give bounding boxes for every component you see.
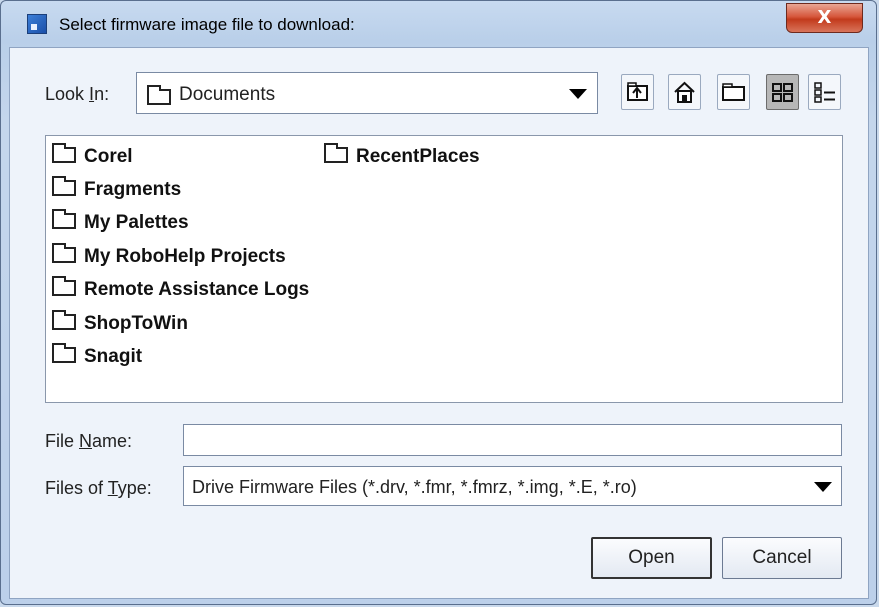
chevron-down-icon	[569, 89, 587, 99]
list-item[interactable]: My RoboHelp Projects	[52, 242, 286, 268]
folder-icon	[52, 275, 76, 296]
open-button[interactable]: Open	[591, 537, 712, 579]
list-item[interactable]: My Palettes	[52, 208, 189, 234]
list-item[interactable]: Snagit	[52, 342, 142, 368]
cancel-button[interactable]: Cancel	[722, 537, 842, 579]
details-view-icon	[814, 82, 835, 103]
folder-icon	[52, 175, 76, 196]
folder-up-icon	[627, 82, 648, 101]
look-in-value: Documents	[179, 84, 276, 105]
files-of-type-label: Files of Type:	[45, 478, 152, 498]
app-icon	[27, 14, 47, 34]
up-one-level-button[interactable]	[621, 74, 654, 110]
look-in-label: Look In:	[45, 84, 110, 104]
list-view-icon	[772, 83, 793, 102]
home-button[interactable]	[668, 74, 701, 110]
folder-icon	[147, 84, 171, 108]
folder-icon	[52, 242, 76, 263]
list-view-button[interactable]	[766, 74, 799, 110]
file-name-label: File Name:	[45, 431, 133, 451]
list-item[interactable]: ShopToWin	[52, 309, 188, 335]
list-item[interactable]: Remote Assistance Logs	[52, 275, 309, 301]
home-icon	[674, 81, 695, 103]
list-item[interactable]: RecentPlaces	[324, 142, 480, 168]
title-bar[interactable]: Select firmware image file to download: …	[1, 1, 878, 47]
list-item[interactable]: Corel	[52, 142, 133, 168]
folder-icon	[52, 309, 76, 330]
chevron-down-icon	[814, 482, 832, 492]
look-in-dropdown[interactable]: Documents	[136, 72, 598, 114]
file-name-input[interactable]	[183, 424, 842, 456]
files-of-type-value: Drive Firmware Files (*.drv, *.fmr, *.fm…	[192, 477, 637, 497]
new-folder-icon	[722, 83, 745, 101]
new-folder-button[interactable]	[717, 74, 750, 110]
file-list[interactable]: Corel Fragments My Palettes My RoboHelp …	[45, 135, 843, 403]
details-view-button[interactable]	[808, 74, 841, 110]
file-chooser-dialog: Select firmware image file to download: …	[0, 0, 877, 605]
list-item[interactable]: Fragments	[52, 175, 181, 201]
folder-icon	[52, 142, 76, 163]
close-button[interactable]: X	[786, 3, 863, 33]
folder-icon	[324, 142, 348, 163]
dialog-title: Select firmware image file to download:	[59, 15, 355, 34]
folder-icon	[52, 342, 76, 363]
files-of-type-dropdown[interactable]: Drive Firmware Files (*.drv, *.fmr, *.fm…	[183, 466, 842, 506]
folder-icon	[52, 208, 76, 229]
